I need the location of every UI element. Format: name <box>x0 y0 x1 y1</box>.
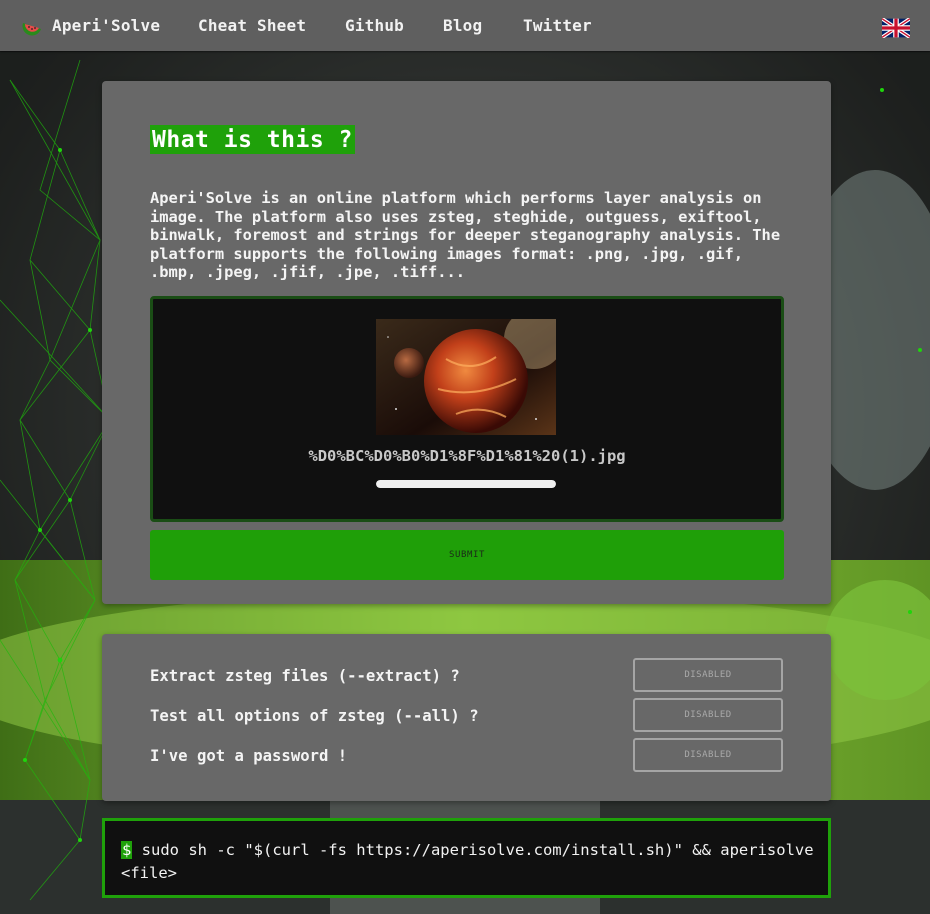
nav-github[interactable]: Github <box>345 16 404 35</box>
option-label-zsteg-all: Test all options of zsteg (--all) ? <box>150 707 479 725</box>
nav-twitter[interactable]: Twitter <box>523 16 592 35</box>
submit-button[interactable]: SUBMIT <box>150 530 784 580</box>
top-nav: Aperi'Solve Cheat Sheet Github Blog Twit… <box>0 0 930 51</box>
nav-cheat-sheet[interactable]: Cheat Sheet <box>198 16 306 35</box>
image-dropzone[interactable]: %D0%BC%D0%B0%D1%8F%D1%81%20(1).jpg <box>150 296 784 522</box>
option-label-password: I've got a password ! <box>150 747 348 765</box>
platform-description: Aperi'Solve is an online platform which … <box>150 189 781 281</box>
upload-progress-fill <box>376 480 556 488</box>
toggle-password[interactable]: DISABLED <box>633 738 783 772</box>
terminal-prompt: $ <box>121 841 133 859</box>
toggle-zsteg-all[interactable]: DISABLED <box>633 698 783 732</box>
nav-blog[interactable]: Blog <box>443 16 482 35</box>
uploaded-filename: %D0%BC%D0%B0%D1%8F%D1%81%20(1).jpg <box>308 447 626 465</box>
install-command-terminal: $ sudo sh -c "$(curl -fs https://aperiso… <box>102 818 831 898</box>
brand-link[interactable]: Aperi'Solve <box>52 16 160 35</box>
options-card: Extract zsteg files (--extract) ? DISABL… <box>102 634 831 801</box>
upload-card: What is this ? Aperi'Solve is an online … <box>102 81 831 604</box>
watermelon-icon[interactable] <box>20 14 44 38</box>
uk-flag-icon[interactable] <box>882 18 910 38</box>
uploaded-image-preview <box>376 319 556 435</box>
upload-progress-bar <box>376 480 556 488</box>
install-command[interactable]: $ sudo sh -c "$(curl -fs https://aperiso… <box>121 839 821 885</box>
page-title: What is this ? <box>150 125 355 154</box>
option-label-zsteg-extract: Extract zsteg files (--extract) ? <box>150 667 460 685</box>
toggle-zsteg-extract[interactable]: DISABLED <box>633 658 783 692</box>
terminal-command: sudo sh -c "$(curl -fs https://aperisolv… <box>121 841 814 882</box>
